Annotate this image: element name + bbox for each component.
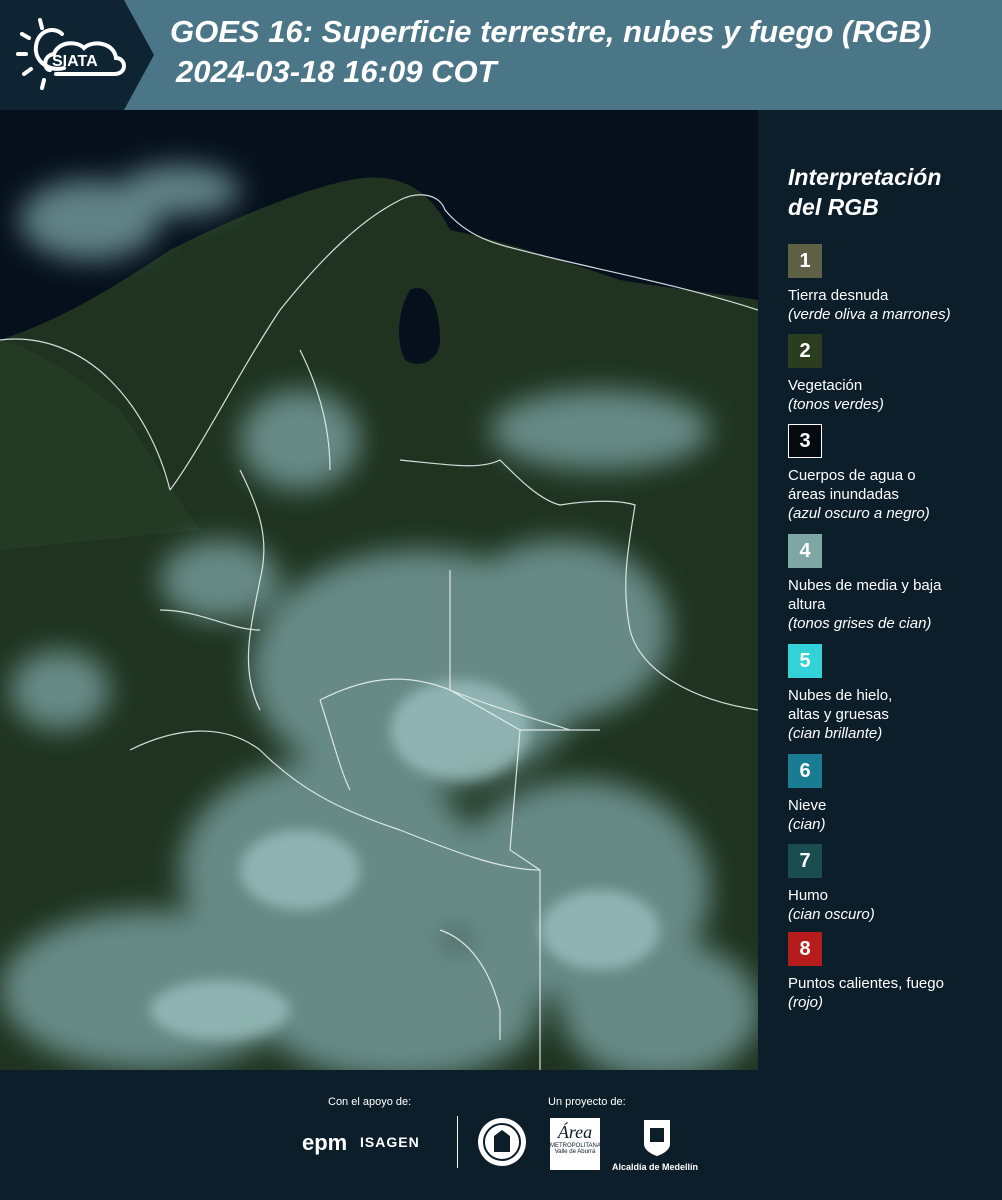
legend-swatch: 1 (788, 244, 822, 278)
medellin-shield-icon (644, 1120, 670, 1156)
area-metropolitana-logo: Área METROPOLITANA Valle de Aburrá (550, 1118, 601, 1170)
legend-title-line1: Interpretación (788, 164, 942, 190)
legend-sub: (verde oliva a marrones) (788, 306, 951, 323)
satellite-map (0, 110, 758, 1070)
seal-icon (478, 1118, 526, 1166)
page-datetime: 2024-03-18 16:09 COT (176, 54, 497, 89)
legend-label: Tierra desnuda (788, 287, 889, 304)
legend-swatch: 5 (788, 644, 822, 678)
legend-sub: (tonos verdes) (788, 396, 884, 413)
legend-swatch: 2 (788, 334, 822, 368)
legend-label: Vegetación (788, 377, 863, 394)
isagen-logo: ISAGEN (360, 1134, 420, 1150)
legend-item-snow: 6 Nieve (cian) (788, 754, 988, 834)
legend-label: Nubes de hielo, altas y gruesas (788, 687, 893, 723)
legend-swatch: 7 (788, 844, 822, 878)
page-title: GOES 16: Superficie terrestre, nubes y f… (170, 14, 932, 49)
footer-divider (457, 1116, 458, 1168)
legend-sub: (azul oscuro a negro) (788, 505, 930, 522)
satellite-image (0, 110, 758, 1070)
header: SIATA GOES 16: Superficie terrestre, nub… (0, 0, 1002, 110)
area-sub2: Valle de Aburrá (554, 1149, 596, 1155)
footer: Con el apoyo de: Un proyecto de: epm ISA… (0, 1070, 1002, 1200)
legend-sub: (rojo) (788, 994, 824, 1011)
legend-label: Cuerpos de agua o áreas inundadas (788, 467, 916, 503)
legend-swatch: 3 (788, 424, 822, 458)
logo-text: SIATA (52, 53, 98, 70)
legend-label: Humo (788, 887, 829, 904)
legend-item-low-clouds: 4 Nubes de media y baja altura (tonos gr… (788, 534, 948, 633)
legend-item-smoke: 7 Humo (cian oscuro) (788, 844, 988, 924)
legend-swatch: 4 (788, 534, 822, 568)
legend-sub: (cian oscuro) (788, 906, 875, 923)
alcaldia-text: Alcaldía de Medellín (612, 1162, 699, 1172)
legend-label: Puntos calientes, fuego (788, 975, 944, 992)
support-label: Con el apoyo de: (328, 1096, 412, 1108)
legend-swatch: 6 (788, 754, 822, 788)
legend-sub: (cian) (788, 816, 826, 833)
legend-sub: (tonos grises de cian) (788, 615, 932, 632)
legend-item-fire: 8 Puntos calientes, fuego (rojo) (788, 932, 988, 1012)
siata-logo: SIATA (16, 18, 126, 90)
legend-item-ice-clouds: 5 Nubes de hielo, altas y gruesas (cian … (788, 644, 928, 743)
legend-item-water: 3 Cuerpos de agua o áreas inundadas (azu… (788, 424, 948, 523)
legend-title-line2: del RGB (788, 194, 879, 220)
legend-sub: (cian brillante) (788, 725, 883, 742)
epm-logo: epm (302, 1130, 348, 1155)
legend-panel: Interpretación del RGB 1 Tierra desnuda … (758, 110, 1002, 1070)
legend-item-vegetation: 2 Vegetación (tonos verdes) (788, 334, 988, 414)
legend-label: Nieve (788, 797, 827, 814)
area-text: Área (557, 1122, 593, 1142)
project-label: Un proyecto de: (548, 1096, 626, 1108)
legend-swatch: 8 (788, 932, 822, 966)
legend-label: Nubes de media y baja altura (788, 577, 942, 613)
legend-item-bare-soil: 1 Tierra desnuda (verde oliva a marrones… (788, 244, 988, 324)
legend-title: Interpretación del RGB (788, 162, 941, 222)
